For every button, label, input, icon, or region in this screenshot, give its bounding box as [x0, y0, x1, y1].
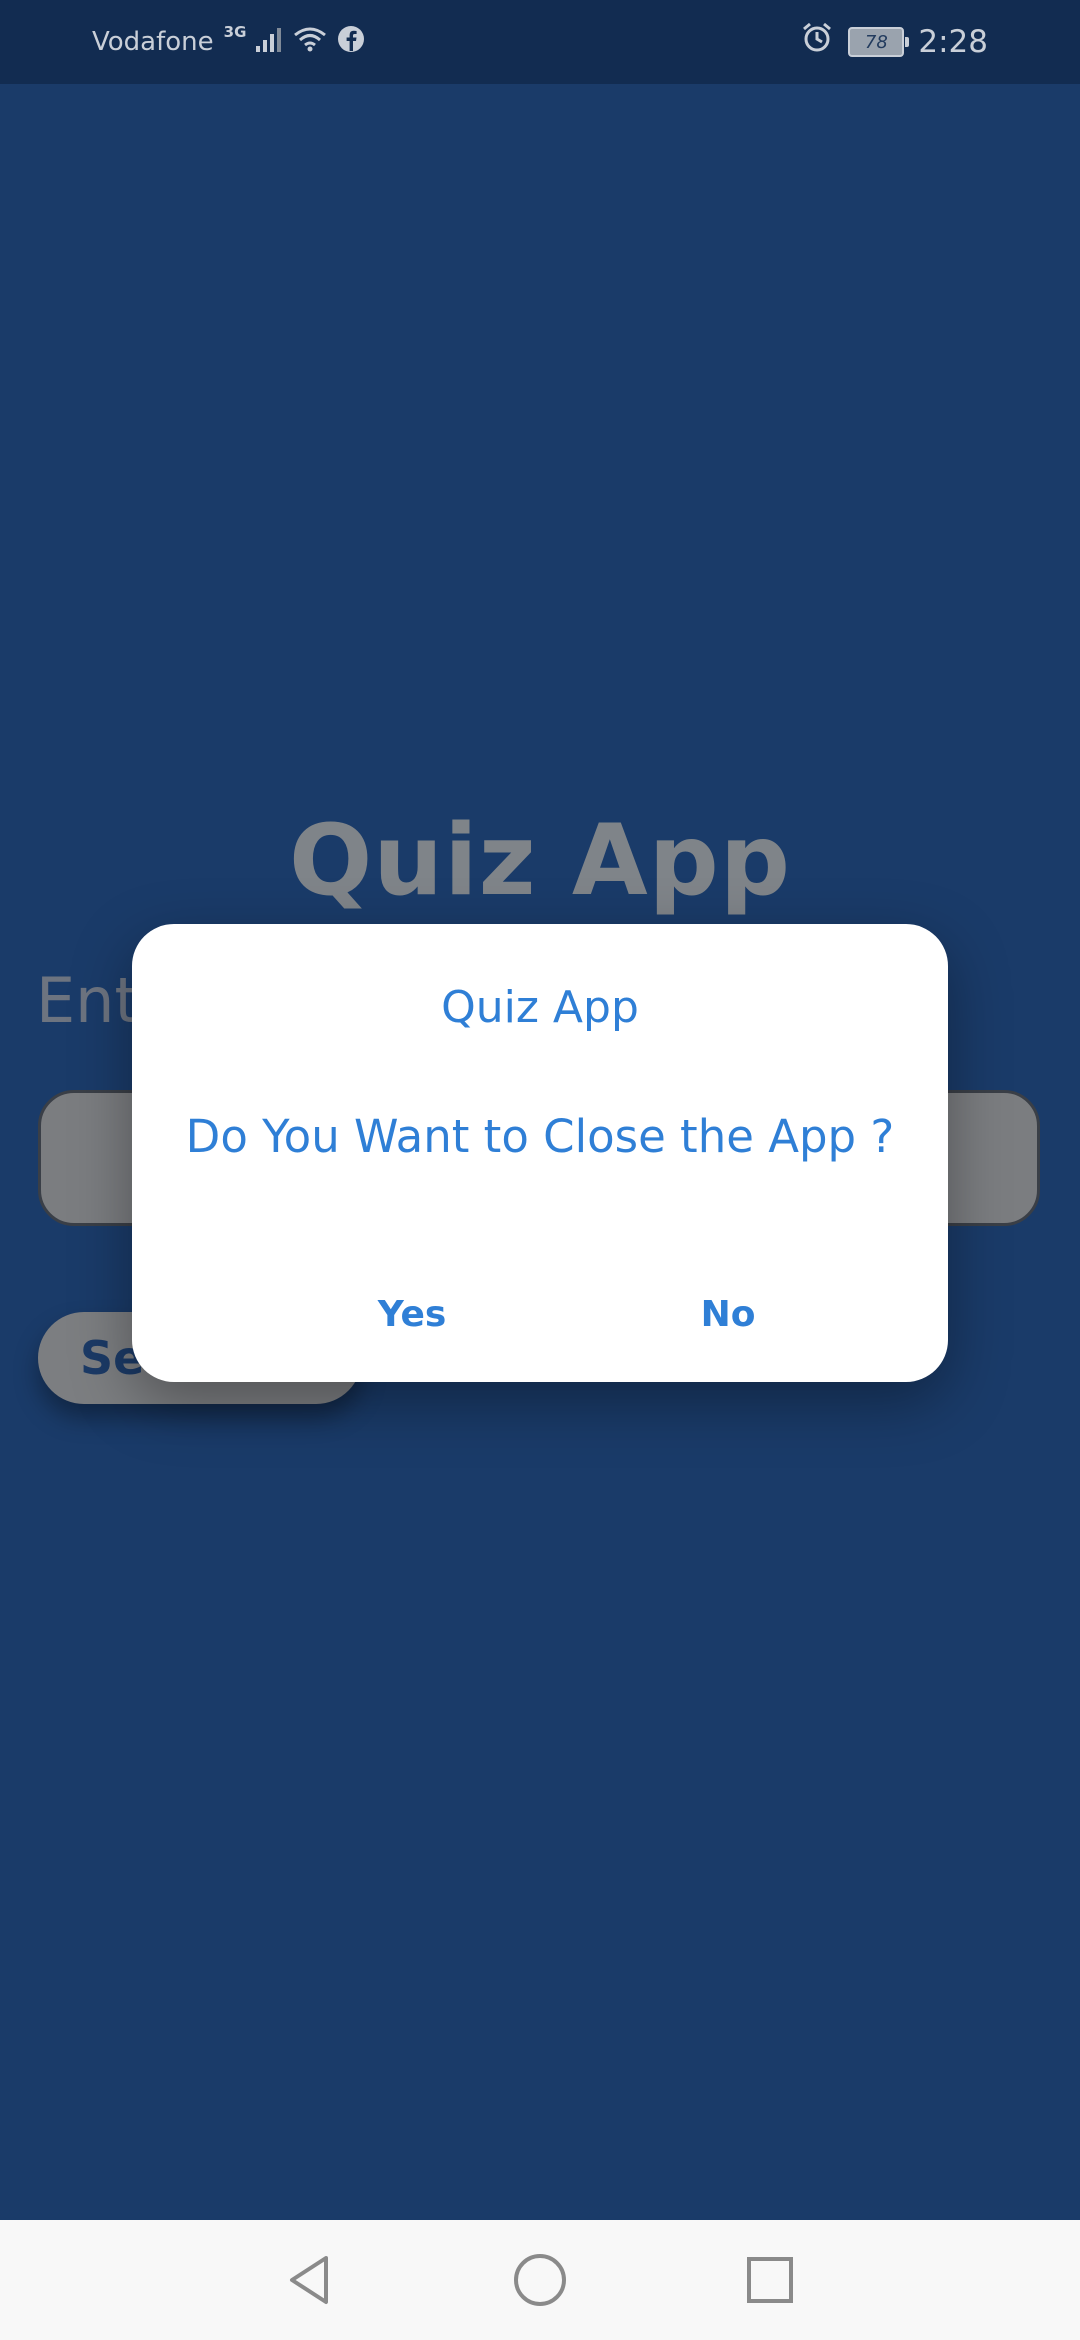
- clock: 2:28: [918, 24, 988, 60]
- no-button[interactable]: No: [648, 1274, 808, 1354]
- navigation-bar: [0, 2220, 1080, 2340]
- recents-icon[interactable]: [740, 2250, 800, 2310]
- dialog-title: Quiz App: [441, 982, 639, 1033]
- status-right-group: 78 2:28: [800, 20, 988, 64]
- signal-icon: [254, 24, 284, 61]
- yes-button[interactable]: Yes: [332, 1274, 492, 1354]
- close-app-dialog: Quiz App Do You Want to Close the App ? …: [132, 924, 948, 1382]
- home-icon[interactable]: [510, 2250, 570, 2310]
- status-bar: Vodafone 3G 78 2:28: [0, 0, 1080, 84]
- carrier-name: Vodafone: [92, 27, 214, 57]
- battery-icon: 78: [848, 27, 910, 57]
- wifi-icon: [292, 24, 328, 61]
- facebook-icon: [336, 24, 366, 61]
- battery-level: 78: [864, 31, 888, 53]
- dialog-message: Do You Want to Close the App ?: [185, 1110, 895, 1163]
- back-icon[interactable]: [280, 2250, 340, 2310]
- network-type: 3G: [223, 23, 247, 41]
- alarm-icon: [800, 21, 834, 63]
- name-label: Ent: [36, 964, 139, 1037]
- app-title: Quiz App: [289, 804, 791, 918]
- status-left-group: Vodafone 3G: [92, 22, 366, 62]
